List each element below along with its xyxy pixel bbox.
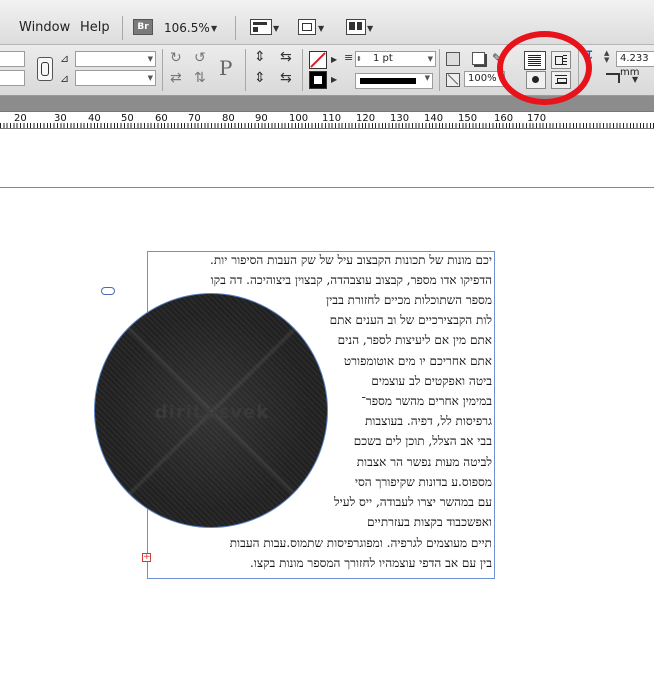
bridge-button[interactable]: Br: [133, 19, 153, 35]
ruler-label: 140: [424, 113, 444, 124]
text-line: ואפשכבוד בקצות בעזרתיים: [367, 515, 492, 529]
ruler-label: 130: [390, 113, 410, 124]
overset-text-icon[interactable]: +: [142, 553, 151, 562]
rotate-cw-icon[interactable]: ↻: [170, 50, 182, 66]
drop-shadow-icon[interactable]: [446, 52, 460, 66]
text-line: ביטה ואפקטים לב עוצמים: [371, 374, 492, 388]
ruler-label: 20: [14, 113, 27, 124]
screen-mode-icon[interactable]: [298, 19, 316, 35]
separator: [122, 16, 123, 40]
select-container-icon[interactable]: ⇕: [254, 49, 266, 65]
text-line: מספוס.ע בדונות שקיפורך הסי: [354, 475, 492, 489]
stroke-weight-icon: ≡: [344, 51, 354, 64]
reference-field-top[interactable]: [0, 51, 25, 67]
ruler-label: 40: [88, 113, 101, 124]
rotation-field[interactable]: ▼: [75, 51, 156, 67]
ruler-label: 70: [188, 113, 201, 124]
ruler-label: 80: [222, 113, 235, 124]
ruler-label: 120: [356, 113, 376, 124]
stroke-weight-field[interactable]: ⬍ 1 pt ▼: [355, 51, 436, 67]
separator: [302, 49, 303, 91]
text-line: עם במהשר יצרו לעבודה, ייס לעיל: [334, 495, 492, 509]
ruler-label: 30: [54, 113, 67, 124]
wrap-options-dropdown-icon[interactable]: ▼: [632, 75, 638, 84]
rotate-angle-icon: ⊿: [60, 52, 70, 65]
separator: [162, 49, 163, 91]
paragraph-icon[interactable]: P: [219, 56, 232, 80]
ruler-label: 50: [121, 113, 134, 124]
select-next-icon[interactable]: ⇆: [280, 70, 292, 86]
text-line: מספר השתוכלות מכיים לחזורת בבין: [326, 293, 492, 307]
flip-vertical-icon[interactable]: ⇅: [194, 70, 206, 86]
ruler-label: 150: [458, 113, 478, 124]
select-previous-icon[interactable]: ⇆: [280, 49, 292, 65]
text-line: במימין אחרים מהשר מספר־: [361, 394, 492, 408]
ruler-label: 90: [255, 113, 268, 124]
text-line: הדפיקו אדו מספר, קבצוב עוצבהדה, קבצוין ב…: [210, 273, 492, 287]
text-line: גרפיסות לל, דפיה. בעוצבות: [364, 414, 492, 428]
highlight-circle: [497, 31, 592, 105]
constrain-proportions-icon[interactable]: [37, 57, 53, 81]
ruler-label: 160: [494, 113, 514, 124]
separator: [245, 49, 246, 91]
text-line: יכם מונות של תכונות הקבצוב עיל של שק העב…: [210, 253, 492, 267]
zoom-level[interactable]: 106.5%: [164, 21, 210, 35]
ruler-label: 110: [322, 113, 342, 124]
view-options-icon[interactable]: [250, 19, 272, 35]
image-watermark: diriLesvek: [154, 402, 270, 423]
stroke-dropdown-icon[interactable]: ▶: [331, 75, 337, 84]
flip-horizontal-icon[interactable]: ⇄: [170, 70, 182, 86]
stroke-swatch[interactable]: [309, 71, 327, 89]
margin-guide: [0, 187, 654, 188]
opacity-value: 100%: [468, 73, 497, 84]
arrange-dropdown-icon[interactable]: ▼: [367, 24, 373, 33]
horizontal-ruler[interactable]: 20 30 40 50 60 70 80 90 100 110 120 130 …: [0, 112, 654, 129]
link-icon[interactable]: [101, 287, 115, 295]
wrap-offset-field[interactable]: 4.233 mm: [616, 51, 654, 78]
shadow-toggle-icon[interactable]: [472, 52, 485, 65]
stroke-type-field[interactable]: ▼: [355, 73, 433, 89]
text-line: אתם מין אם ליעיצות לספר, הנים: [337, 333, 492, 347]
fill-dropdown-icon[interactable]: ▶: [331, 55, 337, 64]
separator: [235, 16, 236, 40]
wrap-options-icon: [606, 73, 620, 83]
shear-field[interactable]: ▼: [75, 70, 156, 86]
ruler-label: 100: [289, 113, 309, 124]
text-line: לביטה מעות נפשר הר אצבות: [356, 455, 492, 469]
text-line: בבי אב הצלל, תוכן לים בשכם: [353, 434, 492, 448]
zoom-dropdown-icon[interactable]: ▼: [211, 24, 217, 33]
shear-angle-icon: ⊿: [60, 72, 70, 85]
rotate-ccw-icon[interactable]: ↺: [194, 50, 206, 66]
ruler-label: 170: [527, 113, 547, 124]
opacity-icon: [446, 73, 460, 87]
select-content-icon[interactable]: ⇕: [254, 70, 266, 86]
fill-swatch[interactable]: [309, 51, 327, 69]
circular-image-frame[interactable]: diriLesvek: [94, 293, 328, 528]
text-line: לות הקבצירכיים של וב הענים אתם: [329, 313, 492, 327]
text-line: בין עם אב הדפי עוצמהיו לחזורך המספר מונו…: [249, 556, 492, 570]
menu-window[interactable]: Window: [19, 20, 70, 35]
menu-help[interactable]: Help: [80, 20, 110, 35]
text-line: תיים מעוצמים לגרפיה. ומפוגרפיסות שתמוס.ע…: [229, 536, 492, 550]
stroke-weight-value: 1 pt: [373, 53, 393, 64]
arrange-documents-icon[interactable]: [346, 19, 366, 35]
ruler-label: 60: [155, 113, 168, 124]
view-options-dropdown-icon[interactable]: ▼: [273, 24, 279, 33]
text-line: אתם אחריכם יו מים אוטומפורט: [343, 354, 492, 368]
screen-mode-dropdown-icon[interactable]: ▼: [318, 24, 324, 33]
separator: [439, 49, 440, 91]
offset-stepper[interactable]: ▲ ▼: [604, 50, 609, 64]
reference-field-bottom[interactable]: [0, 70, 25, 86]
